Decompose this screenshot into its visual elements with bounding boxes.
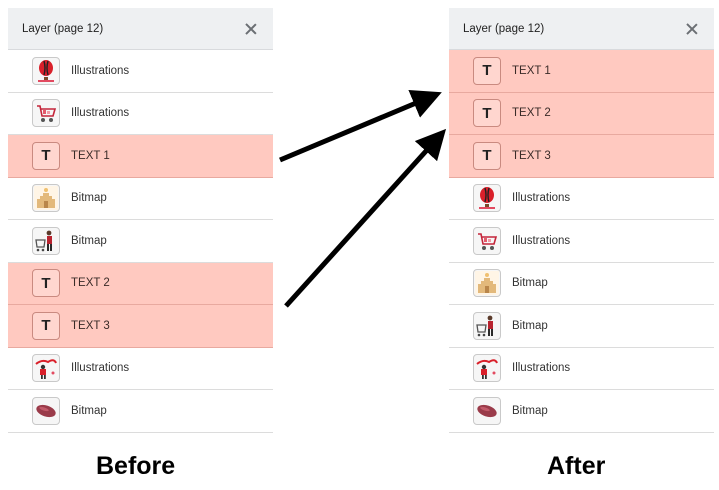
caption-before: Before	[96, 452, 176, 480]
caption-after: After	[547, 452, 606, 480]
arrow-text1-to-top	[279, 89, 442, 163]
arrow-text2-3-to-top	[284, 128, 447, 308]
move-arrows	[279, 89, 447, 308]
